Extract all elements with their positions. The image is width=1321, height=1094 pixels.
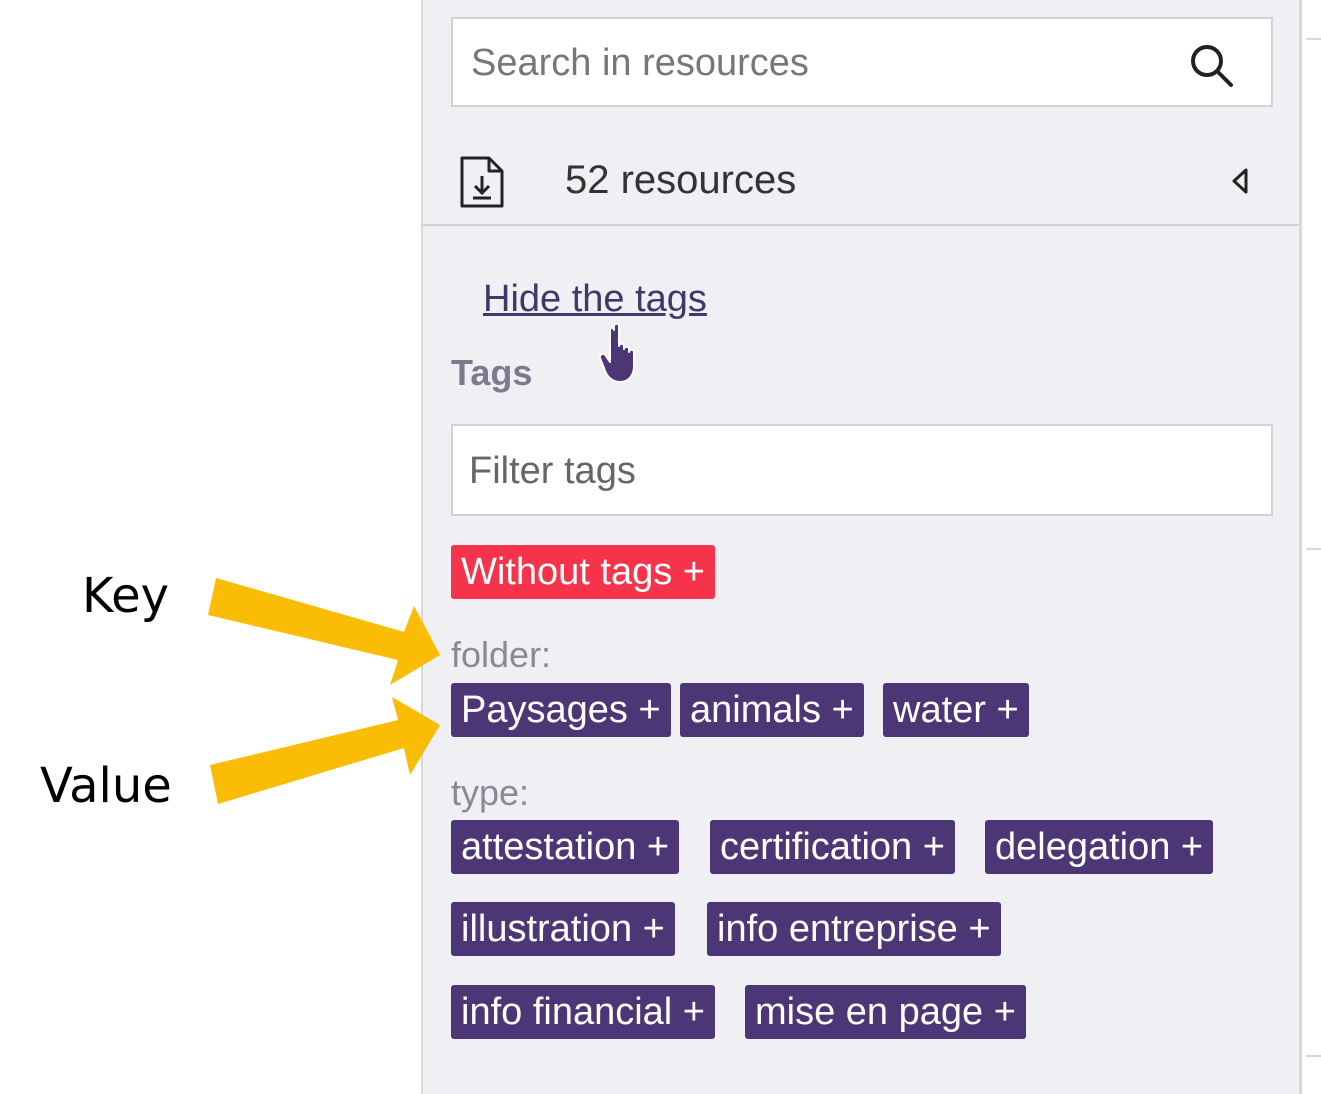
tag-value[interactable]: attestation + bbox=[451, 820, 680, 874]
tag-value[interactable]: illustration + bbox=[451, 902, 675, 956]
tags-heading: Tags bbox=[451, 352, 533, 393]
divider bbox=[1306, 548, 1321, 550]
tag-value[interactable]: info financial + bbox=[451, 985, 715, 1039]
tag-value[interactable]: certification + bbox=[710, 820, 955, 874]
tag-group-key: folder: bbox=[451, 634, 552, 675]
tag-value[interactable]: mise en page + bbox=[745, 985, 1026, 1039]
tag-value[interactable]: Paysages + bbox=[451, 683, 671, 737]
filter-tags-box bbox=[451, 424, 1273, 516]
tag-value[interactable]: water + bbox=[883, 683, 1029, 737]
tag-value[interactable]: delegation + bbox=[985, 820, 1214, 874]
hide-tags-link[interactable]: Hide the tags bbox=[483, 278, 707, 321]
search-input[interactable] bbox=[469, 19, 1173, 107]
key-annotation-label: Key bbox=[82, 568, 170, 624]
search-icon[interactable] bbox=[1187, 41, 1235, 89]
divider bbox=[1306, 1055, 1321, 1057]
filter-tags-input[interactable] bbox=[467, 426, 1251, 516]
divider bbox=[1306, 38, 1321, 40]
value-arrow-icon bbox=[210, 697, 440, 804]
resources-count: 52 resources bbox=[565, 158, 797, 202]
search-box bbox=[451, 17, 1273, 107]
tag-value[interactable]: animals + bbox=[680, 683, 864, 737]
pointer-hand-cursor-icon bbox=[598, 322, 635, 383]
caret-left-icon[interactable] bbox=[1231, 168, 1249, 194]
document-download-icon[interactable] bbox=[459, 156, 505, 208]
key-arrow-icon bbox=[208, 578, 440, 685]
resources-sidebar: 52 resources Hide the tags Tags Without … bbox=[421, 0, 1302, 1094]
tag-value[interactable]: info entreprise + bbox=[707, 902, 1001, 956]
page: Key Value 52 resources Hide the tags bbox=[0, 0, 1321, 1094]
resources-summary-row: 52 resources bbox=[423, 130, 1299, 226]
value-annotation-label: Value bbox=[40, 758, 172, 814]
adjacent-panel-edge bbox=[1302, 0, 1321, 1094]
without-tags-tag[interactable]: Without tags + bbox=[451, 545, 715, 599]
tag-group-key: type: bbox=[451, 772, 530, 813]
